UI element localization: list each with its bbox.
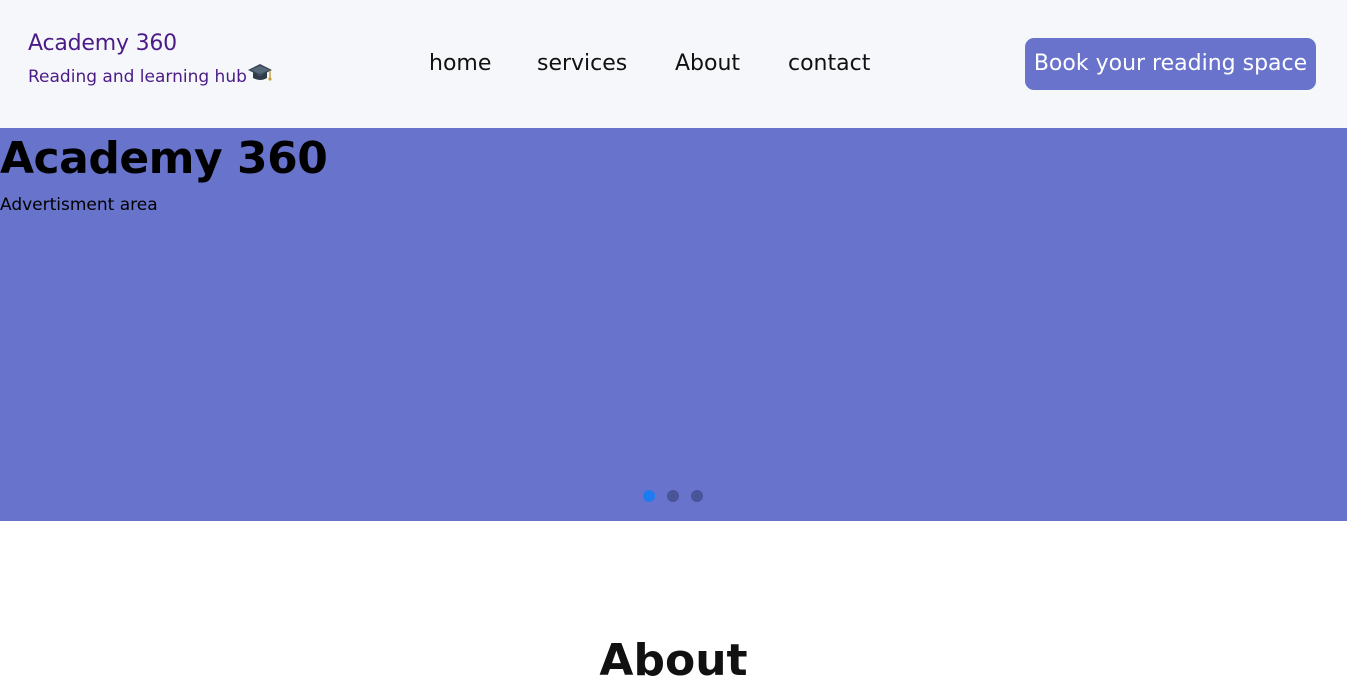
- nav-link-services[interactable]: services: [537, 50, 627, 78]
- nav-link-home[interactable]: home: [429, 50, 491, 78]
- hero-title: Academy 360: [0, 133, 328, 184]
- hero-carousel: Academy 360 Advertisment area: [0, 128, 1347, 521]
- carousel-dot-2[interactable]: [667, 490, 679, 502]
- nav-link-about[interactable]: About: [675, 50, 740, 78]
- book-reading-space-button[interactable]: Book your reading space: [1025, 38, 1316, 90]
- about-heading: About: [599, 635, 748, 686]
- nav-link-contact[interactable]: contact: [788, 50, 870, 78]
- carousel-dot-3[interactable]: [691, 490, 703, 502]
- carousel-dot-1[interactable]: [643, 490, 655, 502]
- navbar: Academy 360 Reading and learning hub hom…: [0, 0, 1347, 128]
- hero-subtitle: Advertisment area: [0, 195, 158, 215]
